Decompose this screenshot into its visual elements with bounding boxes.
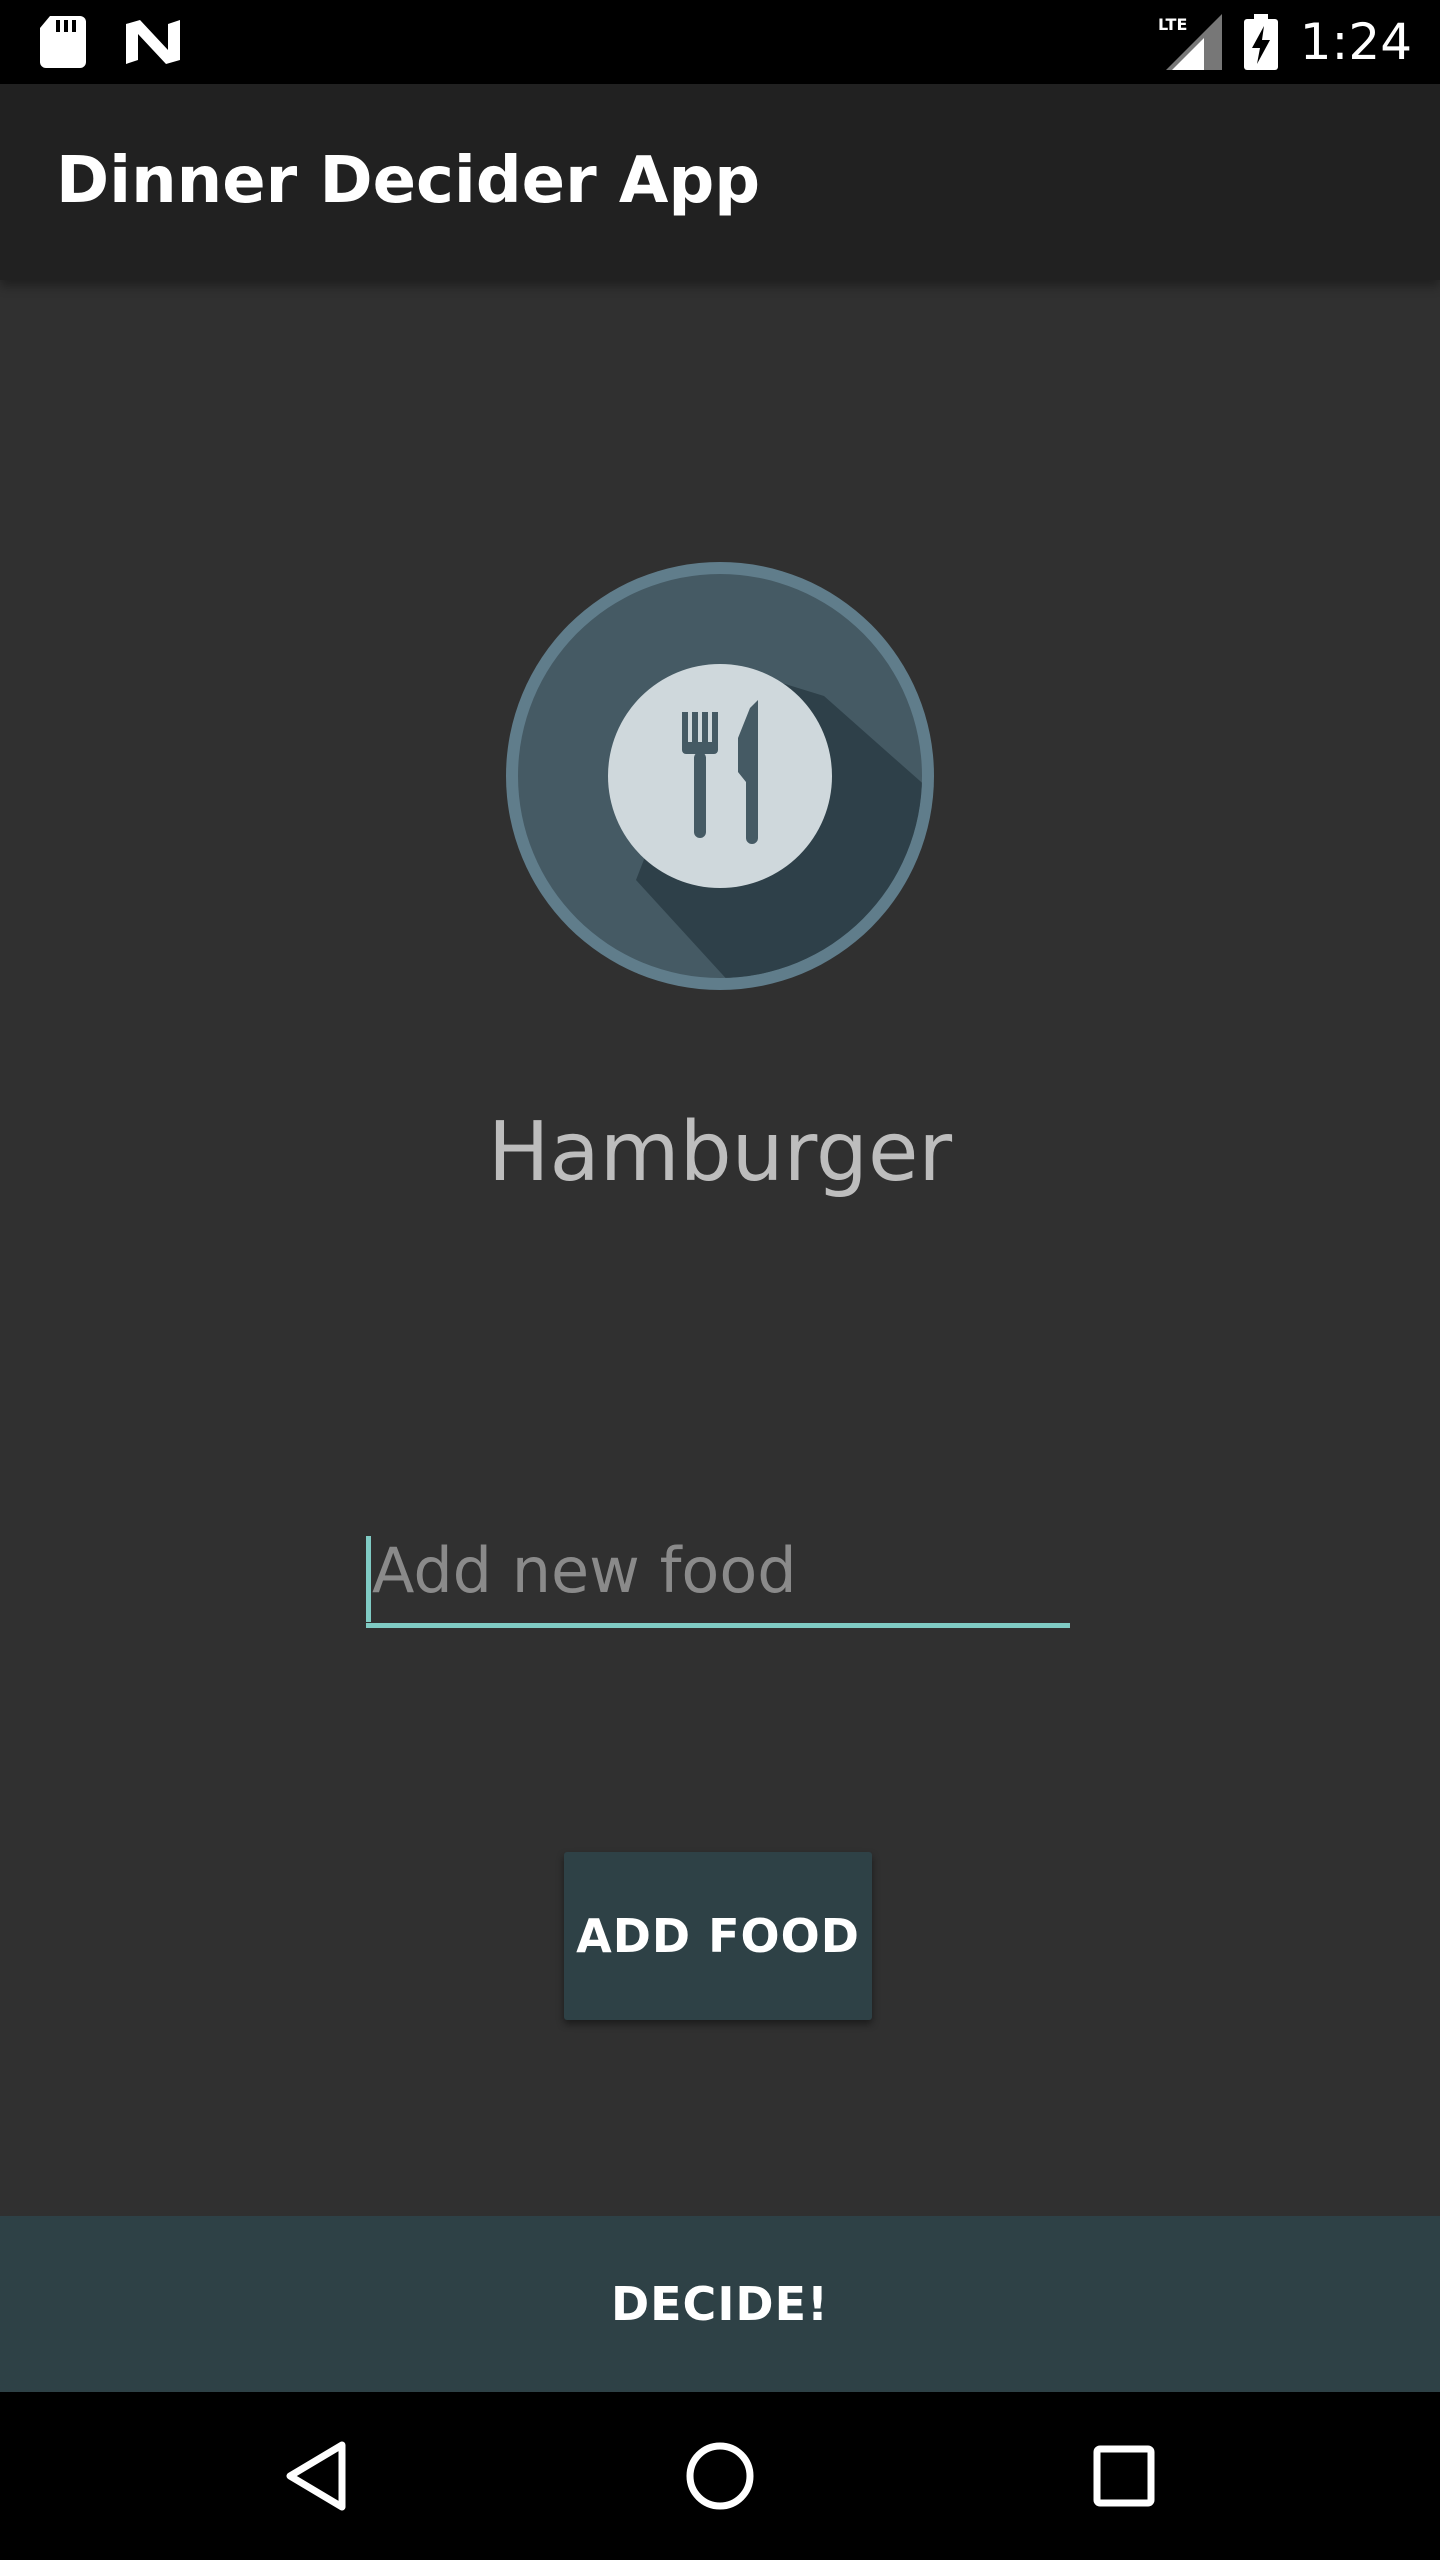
home-icon[interactable] (676, 2432, 764, 2520)
lte-signal-icon: LTE (1158, 14, 1222, 70)
screen: LTE 1:24 Dinner Decider App Hamburger Ad… (0, 0, 1440, 2560)
selected-food-label: Hamburger (487, 1105, 953, 1200)
sd-card-icon (40, 16, 86, 68)
n-notification-icon (126, 20, 180, 64)
app-bar: Dinner Decider App (0, 84, 1440, 280)
recents-icon[interactable] (1080, 2432, 1168, 2520)
decide-button[interactable]: DECIDE! (0, 2216, 1440, 2392)
status-left-icons (40, 16, 180, 68)
add-food-button[interactable]: ADD FOOD (564, 1852, 872, 2020)
food-input-container (366, 1528, 1070, 1632)
plate-fork-knife-icon (504, 560, 936, 992)
app-title: Dinner Decider App (56, 144, 761, 218)
navigation-bar (0, 2392, 1440, 2560)
status-bar: LTE 1:24 (0, 0, 1440, 84)
back-icon[interactable] (272, 2432, 360, 2520)
status-right-icons: LTE 1:24 (1158, 0, 1412, 84)
svg-text:LTE: LTE (1158, 15, 1187, 34)
battery-charging-icon (1243, 14, 1278, 70)
new-food-input[interactable] (366, 1528, 1070, 1628)
status-time: 1:24 (1299, 13, 1412, 71)
text-cursor (366, 1536, 371, 1622)
